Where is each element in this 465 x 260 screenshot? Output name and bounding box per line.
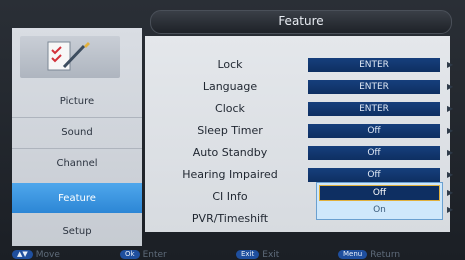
hint-return: Menu Return — [338, 249, 400, 260]
nav-item-picture[interactable]: Picture — [12, 86, 142, 116]
chevron-right-icon: ▶ — [447, 126, 454, 135]
nav-label: Setup — [62, 225, 92, 237]
hearing-impaired-value[interactable]: Off — [308, 168, 440, 182]
hint-move: ▲▼ Move — [12, 249, 60, 260]
language-value[interactable]: ENTER — [308, 80, 440, 94]
row-label-sleep-timer: Sleep Timer — [197, 124, 263, 137]
feature-icon — [20, 36, 120, 78]
dropdown-option-off[interactable]: Off — [319, 185, 440, 201]
key-hint-bar: ▲▼ Move Ok Enter Exit Exit Menu Return — [12, 249, 452, 260]
nav-item-sound[interactable]: Sound — [12, 117, 142, 147]
row-label-pvr-timeshift: PVR/Timeshift — [191, 212, 269, 225]
nav-label: Feature — [58, 192, 96, 204]
row-label-lock: Lock — [217, 58, 243, 71]
hint-label: Move — [35, 249, 60, 260]
key-badge: Ok — [120, 250, 140, 259]
hint-exit: Exit Exit — [236, 249, 279, 260]
nav-label: Picture — [59, 95, 95, 107]
hint-enter: Ok Enter — [120, 249, 167, 260]
hint-label: Return — [370, 249, 401, 260]
dropdown-option-on[interactable]: On — [319, 202, 440, 218]
chevron-right-icon: ▶ — [447, 205, 454, 214]
chevron-right-icon: ▶ — [447, 104, 454, 113]
hint-label: Enter — [142, 249, 167, 260]
chevron-right-icon: ▶ — [447, 60, 454, 69]
row-label-language: Language — [202, 80, 258, 93]
tv-menu-screen: Feature Picture Sound Channel Feature Se… — [0, 0, 465, 260]
chevron-right-icon: ▶ — [447, 170, 454, 179]
lock-value[interactable]: ENTER — [308, 58, 440, 72]
nav-label: Channel — [56, 157, 98, 169]
nav-item-feature[interactable]: Feature — [12, 183, 142, 213]
row-label-ci-info: CI Info — [212, 190, 248, 203]
row-label-auto-standby: Auto Standby — [192, 146, 268, 159]
auto-standby-value[interactable]: Off — [308, 146, 440, 160]
menu-title: Feature — [278, 14, 324, 28]
hint-label: Exit — [262, 249, 280, 260]
nav-item-channel[interactable]: Channel — [12, 148, 142, 178]
nav-item-setup[interactable]: Setup — [12, 216, 142, 246]
key-badge: ▲▼ — [12, 250, 33, 259]
row-label-clock: Clock — [215, 102, 245, 115]
chevron-right-icon: ▶ — [447, 82, 454, 91]
sleep-timer-value[interactable]: Off — [308, 124, 440, 138]
key-badge: Exit — [236, 250, 260, 259]
row-label-hearing-impaired: Hearing Impaired — [182, 168, 278, 181]
chevron-right-icon: ▶ — [447, 148, 454, 157]
header-bar: Feature — [150, 10, 452, 34]
key-badge: Menu — [338, 250, 368, 259]
clock-value[interactable]: ENTER — [308, 102, 440, 116]
value-dropdown[interactable]: Off On — [316, 182, 443, 220]
chevron-right-icon: ▶ — [447, 188, 454, 197]
nav-label: Sound — [61, 126, 93, 138]
